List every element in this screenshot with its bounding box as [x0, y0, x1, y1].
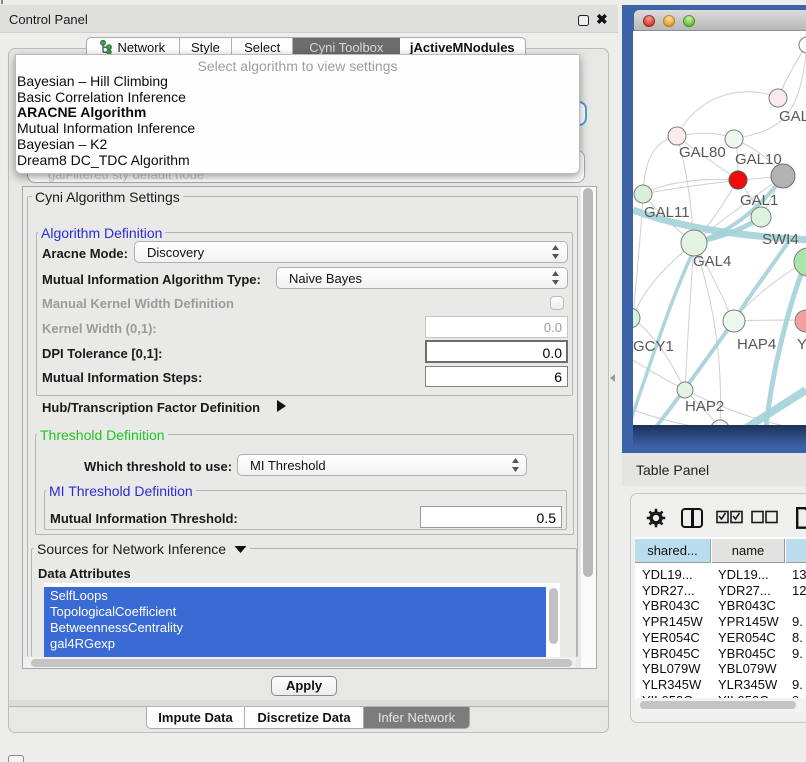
svg-text:Y: Y — [797, 336, 806, 353]
svg-text:HAP4: HAP4 — [737, 336, 776, 353]
svg-text:SWI4: SWI4 — [762, 231, 799, 248]
svg-text:GAL: GAL — [779, 108, 806, 125]
svg-text:GAL11: GAL11 — [644, 204, 690, 221]
svg-text:HAP2: HAP2 — [685, 398, 724, 415]
svg-text:GAL4: GAL4 — [693, 253, 731, 270]
svg-text:GAL80: GAL80 — [679, 144, 726, 161]
svg-text:GAL1: GAL1 — [740, 192, 778, 209]
svg-text:GAL10: GAL10 — [735, 151, 782, 168]
svg-text:GCY1: GCY1 — [633, 338, 674, 355]
